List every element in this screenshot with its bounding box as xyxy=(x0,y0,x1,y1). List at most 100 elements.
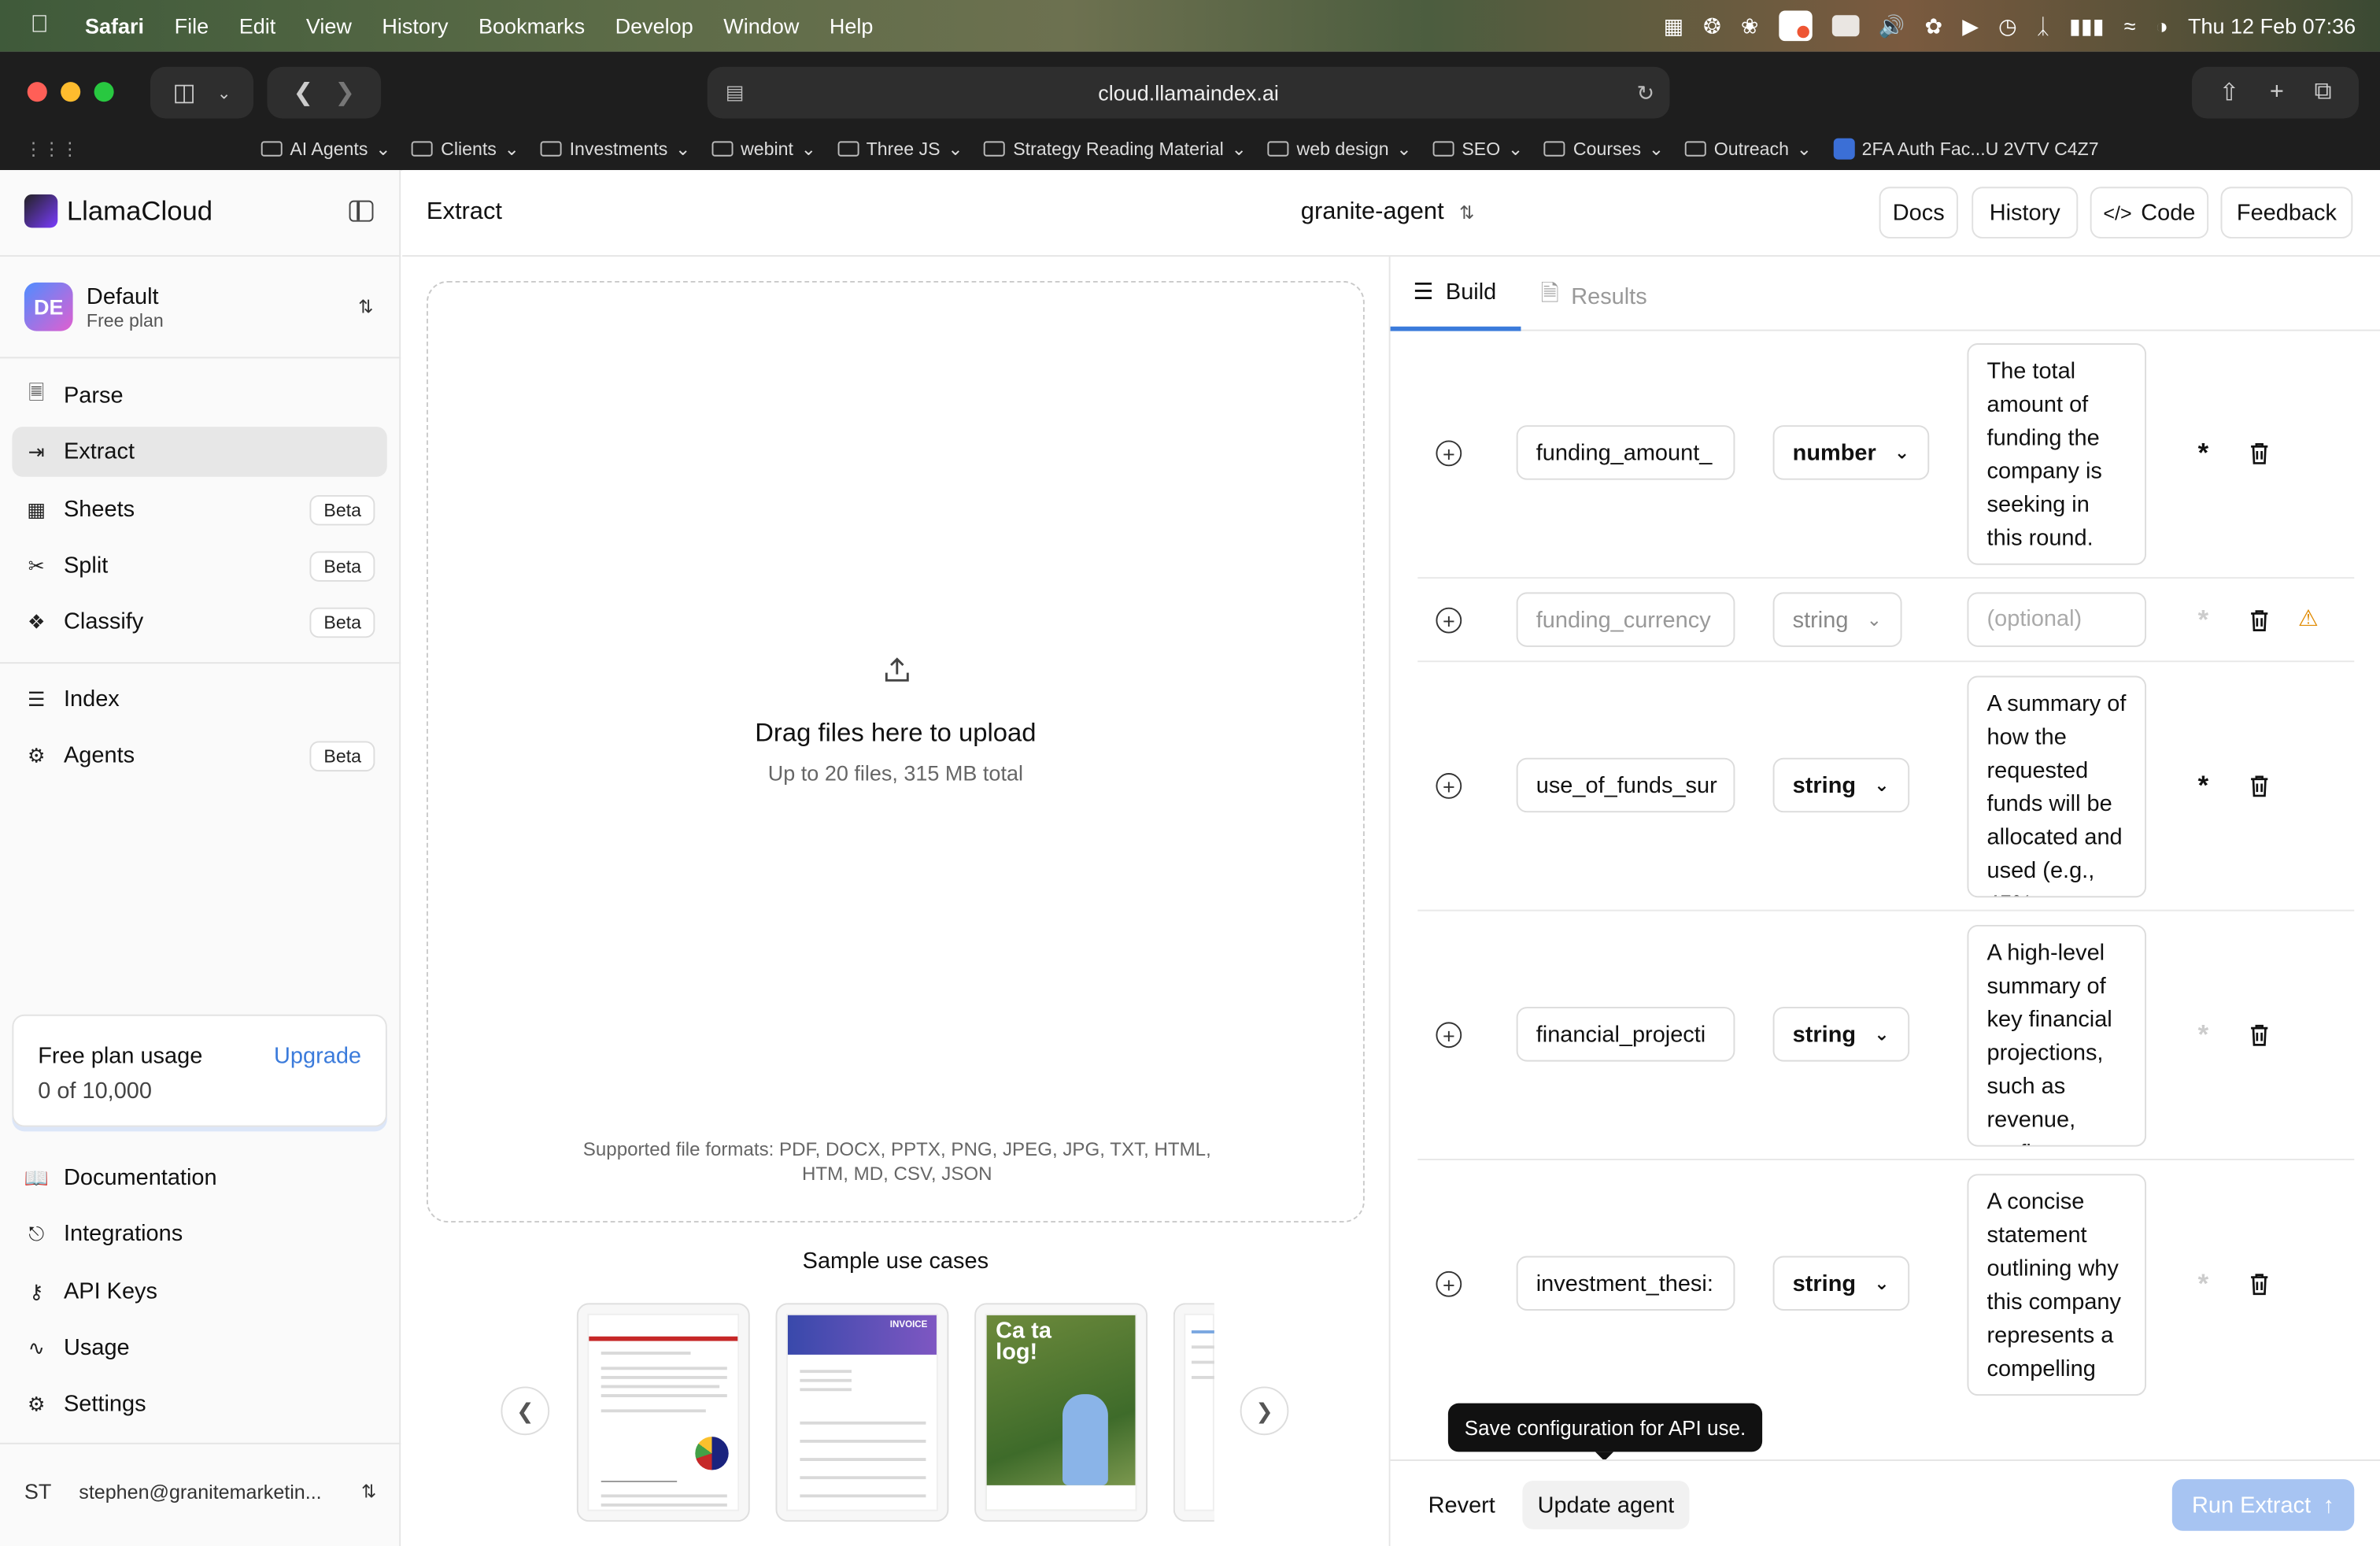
battery-icon[interactable]: ▮▮▮ xyxy=(2069,13,2105,39)
clock-icon[interactable]: ◷ xyxy=(1998,13,2017,39)
sidebar-item-parse[interactable]: 🗏 Parse xyxy=(12,371,386,421)
sidebar-toggle-button[interactable]: ◫ ⌄ xyxy=(150,66,254,119)
sample-thumbnail-report[interactable] xyxy=(576,1303,750,1522)
sidebar-item-agents[interactable]: ⚙ Agents Beta xyxy=(12,730,386,781)
trash-icon[interactable] xyxy=(2249,775,2269,797)
bookmark-folder[interactable]: SEO ⌄ xyxy=(1432,139,1523,160)
sample-thumbnail-partial[interactable] xyxy=(1173,1303,1214,1522)
menu-window[interactable]: Window xyxy=(723,13,799,38)
sidebar-item-classify[interactable]: ❖ Classify Beta xyxy=(12,597,386,647)
add-nested-field-icon[interactable]: + xyxy=(1436,1270,1462,1297)
volume-icon[interactable]: 🔊 xyxy=(1879,13,1905,39)
tab-overview-icon[interactable]: ⧉ xyxy=(2314,79,2331,106)
minimize-window-button[interactable] xyxy=(61,82,81,102)
control-center-icon[interactable]: ◑ xyxy=(2156,13,2168,38)
menu-bookmarks[interactable]: Bookmarks xyxy=(479,13,585,38)
bookmark-folder[interactable]: web design ⌄ xyxy=(1267,139,1412,160)
brand-logo[interactable]: LlamaCloud xyxy=(24,194,213,228)
activity-icon[interactable]: ▦ xyxy=(1664,13,1684,39)
sidebar-item-settings[interactable]: ⚙ Settings xyxy=(12,1379,386,1429)
sidebar-item-api-keys[interactable]: ⚷ API Keys xyxy=(12,1267,386,1317)
datetime[interactable]: Thu 12 Feb 07:36 xyxy=(2188,13,2356,38)
field-name-input[interactable]: funding_currency xyxy=(1516,592,1735,647)
sample-thumbnail-catalog[interactable]: Ca ta log! xyxy=(974,1303,1148,1522)
bookmark-2fa[interactable]: 2FA Auth Fac...U 2VTV C4Z7 xyxy=(1833,138,2099,160)
field-description-input[interactable]: A concise statement outlining why this c… xyxy=(1967,1174,2147,1396)
field-name-input[interactable]: use_of_funds_sur xyxy=(1516,757,1735,813)
agent-selector[interactable]: granite-agent ⇅ xyxy=(1301,199,1475,227)
openai-icon[interactable]: ❀ xyxy=(1741,13,1759,39)
trash-icon[interactable] xyxy=(2249,1023,2269,1046)
required-toggle-icon[interactable]: * xyxy=(2198,438,2209,470)
bookmark-folder[interactable]: Courses ⌄ xyxy=(1544,139,1664,160)
perplexity-icon[interactable]: ✿ xyxy=(1925,13,1943,39)
menu-help[interactable]: Help xyxy=(830,13,874,38)
revert-button[interactable]: Revert xyxy=(1414,1481,1510,1529)
menu-app[interactable]: Safari xyxy=(85,13,144,38)
collapse-sidebar-icon[interactable] xyxy=(349,200,374,222)
sidebar-item-sheets[interactable]: ▦ Sheets Beta xyxy=(12,484,386,534)
apps-grid-icon[interactable]: ⋮⋮⋮ xyxy=(24,139,79,160)
bluetooth-icon[interactable]: ᛣ xyxy=(2037,13,2049,38)
sidebar-item-index[interactable]: ☰ Index xyxy=(12,675,386,725)
menu-edit[interactable]: Edit xyxy=(239,13,276,38)
add-nested-field-icon[interactable]: + xyxy=(1436,1022,1462,1049)
share-icon[interactable]: ⇧ xyxy=(2219,77,2239,108)
bookmark-folder[interactable]: Three JS ⌄ xyxy=(837,139,963,160)
tab-results[interactable]: 🗎 Results xyxy=(1541,278,1647,316)
field-description-input[interactable]: A high-level summary of key financial pr… xyxy=(1967,924,2147,1147)
tab-build[interactable]: ☰ Build xyxy=(1414,278,1497,305)
field-type-select[interactable]: string ⌄ xyxy=(1772,757,1909,813)
carousel-prev-button[interactable]: ❮ xyxy=(501,1386,550,1436)
carousel-next-button[interactable]: ❯ xyxy=(1240,1386,1289,1436)
field-type-select[interactable]: number ⌄ xyxy=(1772,425,1930,480)
bookmark-folder[interactable]: Strategy Reading Material ⌄ xyxy=(984,139,1247,160)
sidebar-item-integrations[interactable]: ⎋ Integrations xyxy=(12,1209,386,1259)
run-extract-button[interactable]: Run Extract ↑ xyxy=(2171,1479,2355,1531)
user-menu[interactable]: ST stephen@granitemarketin... ⇅ xyxy=(24,1479,376,1503)
update-agent-button[interactable]: Update agent xyxy=(1522,1481,1690,1529)
sidebar-item-extract[interactable]: ⇥ Extract xyxy=(12,427,387,477)
history-button[interactable]: History xyxy=(1972,187,2079,239)
required-toggle-icon[interactable]: * xyxy=(2198,770,2209,802)
add-nested-field-icon[interactable]: + xyxy=(1436,607,1462,634)
trash-icon[interactable] xyxy=(2249,1273,2269,1296)
field-description-input[interactable]: The total amount of funding the company … xyxy=(1967,343,2147,565)
bookmark-folder[interactable]: Clients ⌄ xyxy=(412,139,519,160)
menu-file[interactable]: File xyxy=(175,13,209,38)
menu-history[interactable]: History xyxy=(382,13,448,38)
sample-thumbnail-invoice[interactable]: INVOICE xyxy=(775,1303,949,1522)
forward-icon[interactable]: ❯ xyxy=(334,77,355,108)
trash-icon[interactable] xyxy=(2249,609,2269,632)
upload-dropzone[interactable]: Drag files here to upload Up to 20 files… xyxy=(426,280,1365,1223)
bookmark-folder[interactable]: AI Agents ⌄ xyxy=(261,139,390,160)
required-toggle-icon[interactable]: * xyxy=(2198,605,2209,637)
address-bar[interactable]: ▤ cloud.llamaindex.ai ↻ xyxy=(707,66,1670,119)
new-tab-icon[interactable]: + xyxy=(2270,79,2284,106)
sidebar-item-usage[interactable]: ∿ Usage xyxy=(12,1322,386,1373)
bookmark-folder[interactable]: webint ⌄ xyxy=(711,139,816,160)
sidebar-item-split[interactable]: ✂ Split Beta xyxy=(12,541,386,591)
field-name-input[interactable]: investment_thesi: xyxy=(1516,1256,1735,1311)
upgrade-link[interactable]: Upgrade xyxy=(274,1043,361,1069)
reload-icon[interactable]: ↻ xyxy=(1637,80,1655,105)
org-switcher[interactable]: DE Default Free plan ⇅ xyxy=(24,282,373,331)
code-button[interactable]: </> Code xyxy=(2090,187,2209,239)
field-type-select[interactable]: string ⌄ xyxy=(1772,592,1902,647)
wifi-icon[interactable]: ≈ xyxy=(2124,13,2136,38)
required-toggle-icon[interactable]: * xyxy=(2198,1268,2209,1300)
docs-button[interactable]: Docs xyxy=(1879,187,1958,239)
field-name-input[interactable]: funding_amount_ xyxy=(1516,425,1735,480)
page-settings-icon[interactable]: ▤ xyxy=(726,80,745,105)
window-manager-icon[interactable] xyxy=(1831,15,1859,37)
field-description-input[interactable]: (optional) xyxy=(1967,592,2147,647)
close-window-button[interactable] xyxy=(27,82,47,102)
back-icon[interactable]: ❮ xyxy=(293,77,313,108)
menu-view[interactable]: View xyxy=(306,13,352,38)
app-icon[interactable]: ❂ xyxy=(1703,13,1721,39)
zoom-window-button[interactable] xyxy=(94,82,114,102)
add-nested-field-icon[interactable]: + xyxy=(1436,440,1462,467)
trash-icon[interactable] xyxy=(2249,442,2269,464)
required-toggle-icon[interactable]: * xyxy=(2198,1019,2209,1052)
feedback-button[interactable]: Feedback xyxy=(2220,187,2353,239)
